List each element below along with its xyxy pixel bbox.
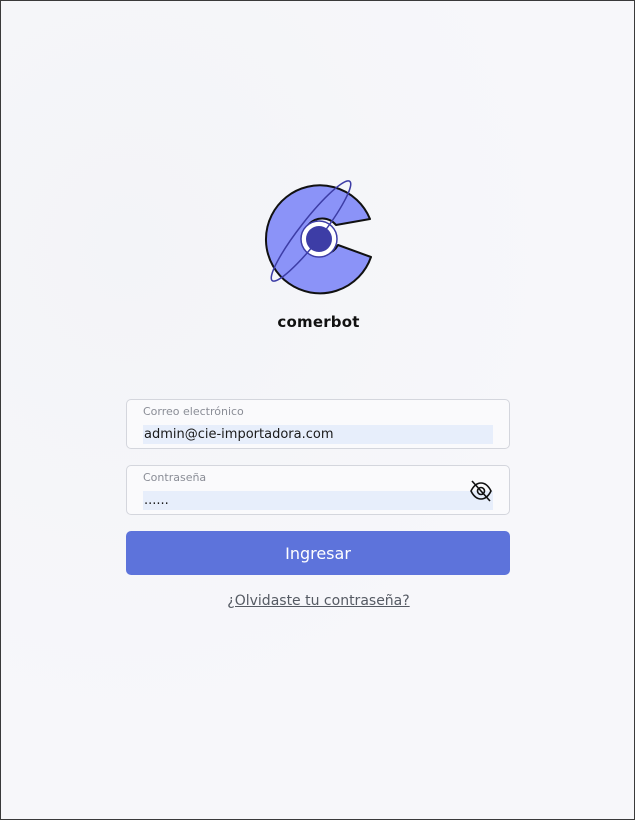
login-button[interactable]: Ingresar — [126, 531, 510, 575]
eye-slash-icon[interactable] — [469, 480, 493, 502]
login-page: comerbot Correo electrónico Contraseña I… — [0, 0, 635, 820]
password-input[interactable] — [143, 491, 493, 510]
comerbot-logo — [256, 179, 378, 301]
password-label: Contraseña — [143, 471, 207, 484]
logo-icon — [264, 180, 372, 295]
email-input[interactable] — [143, 425, 493, 444]
brand-name: comerbot — [277, 313, 360, 331]
email-field[interactable]: Correo electrónico — [126, 399, 510, 449]
password-field[interactable]: Contraseña — [126, 465, 510, 515]
forgot-password-link[interactable]: ¿Olvidaste tu contraseña? — [1, 593, 635, 609]
email-label: Correo electrónico — [143, 405, 244, 418]
